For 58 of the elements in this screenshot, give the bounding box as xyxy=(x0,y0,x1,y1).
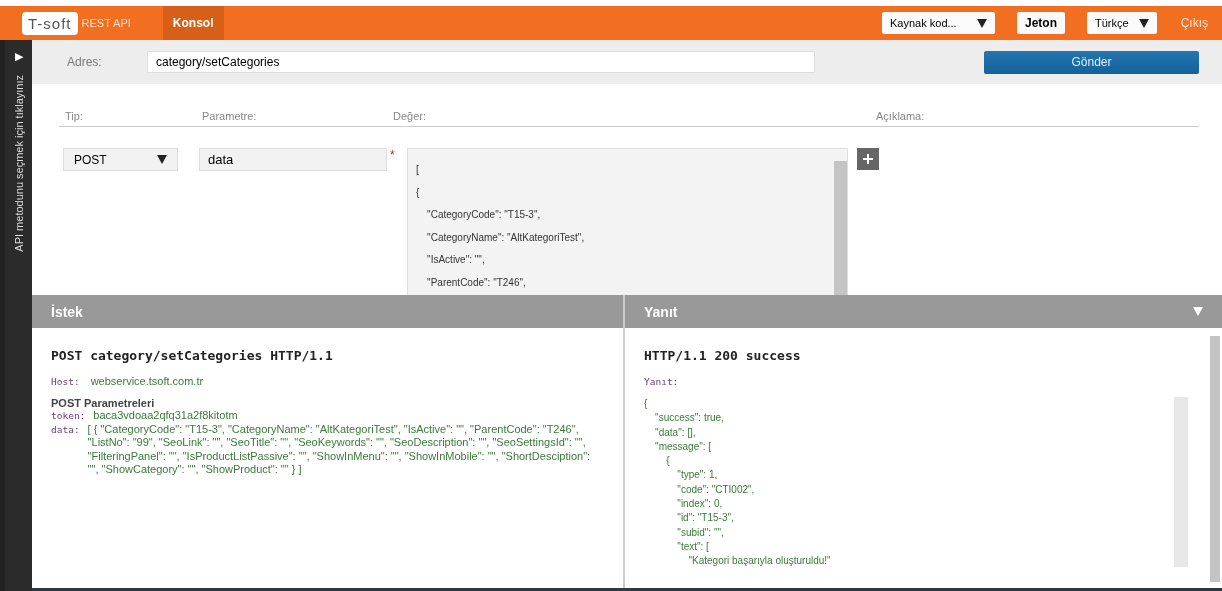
caret-icon xyxy=(157,155,167,164)
add-icon[interactable] xyxy=(857,148,879,170)
caret-icon xyxy=(1138,18,1149,28)
code-line: { xyxy=(665,454,671,469)
field-value: baca3vdoaa2qfq31a2f8kitotm xyxy=(93,409,238,423)
code-line: "IsActive": "", xyxy=(426,253,486,267)
language-select[interactable]: Türkçe xyxy=(1087,12,1157,34)
source-select[interactable]: Kaynak kod... xyxy=(882,12,995,34)
column-header: Tip: xyxy=(64,110,84,122)
code-line: "ParentCode": "T246", xyxy=(426,275,527,290)
field-value: [ { "CategoryCode": "T15-3", "CategoryName": "AltKategoriTest", "IsActive": "", "ParentCode": "T246", "ListNo": "99", "SeoLink": "", "SeoTitle": "", "SeoKeywords": "", "SeoDescription": "", "SeoSettingsId": "", "FilteringPanel": "", "IsProductListPassive": "", "ShowInMenu": "", "ShowInMobile": "", "ShortDesciption": "", "ShowCategory": "", "ShowProduct": "" } ] xyxy=(87,422,592,477)
sidebar[interactable]: ▶ API metodunu seçmek için tıklayınız xyxy=(0,40,32,591)
field-key: token: xyxy=(51,409,86,423)
response-textarea[interactable]: { "success": true, "data": [], "message": [ { "type": 1, "code": "CTI002", "index": 0, "id": "T15-3", "subid": "", "text": [ "Kategori başarıyla oluşturuldu!" xyxy=(644,397,1188,567)
request-line: POST category/setCategories HTTP/1.1 xyxy=(51,348,334,363)
code-line: [ xyxy=(416,163,420,177)
panel-title: Yanıt xyxy=(644,303,678,320)
caret-icon xyxy=(977,18,987,28)
code-line: { xyxy=(416,185,421,200)
code-line: "data": [], xyxy=(654,425,697,440)
code-line: "subid": "", xyxy=(676,525,725,540)
logo[interactable]: T-soft xyxy=(22,11,78,35)
nav-tab[interactable]: Konsol xyxy=(162,6,224,40)
field-key: Host: xyxy=(51,376,80,387)
code-line: "message": [ xyxy=(654,439,713,454)
value-textarea[interactable]: [ { "CategoryCode": "T15-3", "CategoryName": "AltKategoriTest", "IsActive": "", "ParentCode": "T246", xyxy=(407,148,848,295)
code-line: "type": 1, xyxy=(676,468,719,483)
field-key: Yanıt: xyxy=(644,376,679,387)
required-mark: * xyxy=(390,148,396,162)
type-select[interactable]: POST xyxy=(63,148,178,171)
status-line: HTTP/1.1 200 success xyxy=(644,348,802,363)
code-line: "id": "T15-3", xyxy=(676,511,735,526)
field-key: data: xyxy=(51,422,80,436)
parameter-field[interactable]: data xyxy=(199,148,387,171)
column-header: Açıklama: xyxy=(876,110,925,122)
code-line: "index": 0, xyxy=(676,497,724,512)
column-header: Parametre: xyxy=(202,110,258,122)
scrollbar[interactable] xyxy=(1210,336,1220,582)
code-line: "success": true, xyxy=(654,411,725,426)
column-header: Değer: xyxy=(393,110,428,122)
address-field[interactable]: category/setCategories xyxy=(147,51,815,73)
panel-title: İstek xyxy=(51,303,83,320)
code-line: "CategoryCode": "T15-3", xyxy=(426,208,542,222)
code-line: "CategoryName": "AltKategoriTest", xyxy=(426,230,586,245)
scrollbar[interactable] xyxy=(834,161,847,295)
product-name: REST API xyxy=(81,17,131,29)
address-label: Adres: xyxy=(67,55,103,69)
field-value: webservice.tsoft.com.tr xyxy=(90,375,204,387)
code-line: "text": [ xyxy=(676,539,710,554)
collapse-icon[interactable] xyxy=(1193,307,1203,316)
section-title: POST Parametreleri xyxy=(51,397,156,409)
send-button[interactable]: Gönder xyxy=(984,50,1199,74)
sidebar-label: API metodunu seçmek için tıklayınız xyxy=(12,75,25,252)
code-line: { xyxy=(644,397,649,411)
code-line: "code": "CTI002", xyxy=(676,482,756,497)
expand-icon[interactable]: ▶ xyxy=(14,50,23,63)
code-line: "Kategori başarıyla oluşturuldu!" xyxy=(687,554,832,569)
token-button[interactable]: Jeton xyxy=(1017,12,1066,34)
